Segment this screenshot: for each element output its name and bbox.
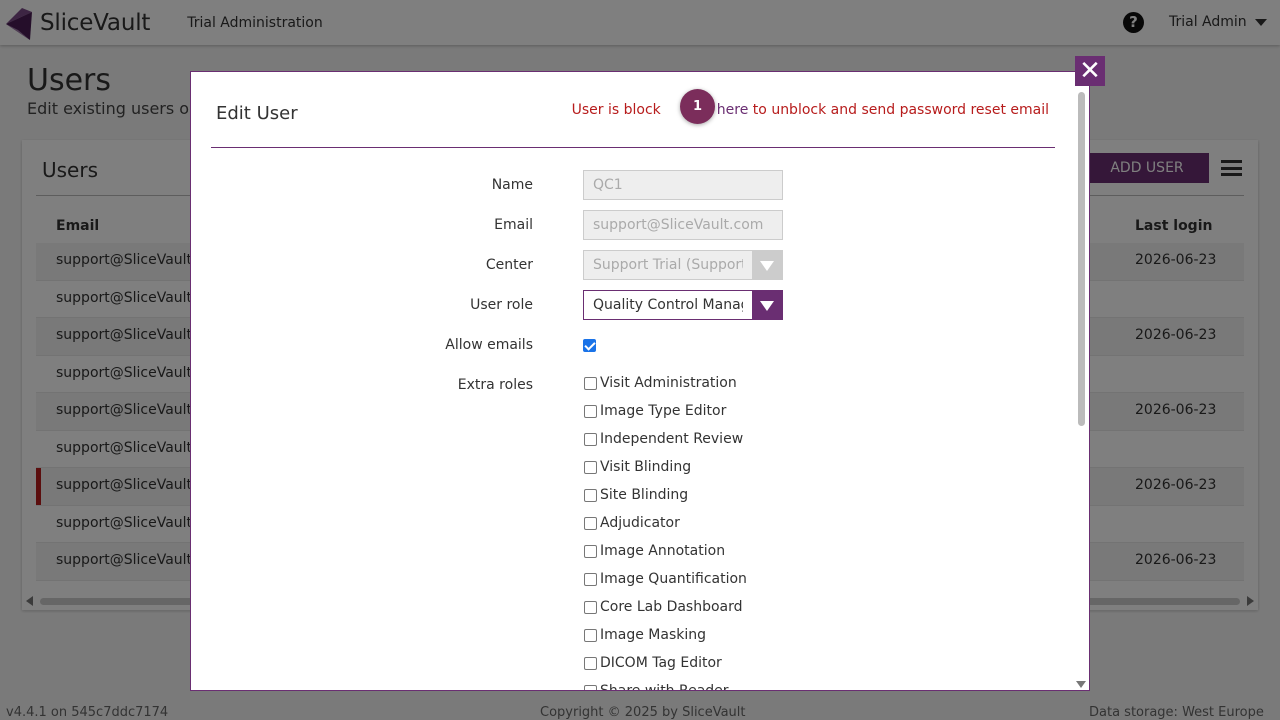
extra-role-label: Visit Administration: [600, 375, 737, 391]
extra-role-label: Image Annotation: [600, 543, 726, 559]
extra-role-label: Visit Blinding: [600, 459, 692, 475]
dialog-divider: [211, 147, 1055, 148]
blocked-message: User is blocklick here to unblock and se…: [572, 102, 1049, 118]
name-field[interactable]: QC1: [583, 170, 783, 200]
checkbox[interactable]: [584, 573, 597, 586]
extra-role-label: Image Quantification: [600, 571, 747, 587]
dropdown-button[interactable]: [752, 251, 782, 279]
scroll-down-icon[interactable]: [1076, 681, 1086, 688]
extra-roles-label: Extra roles: [457, 377, 533, 393]
center-select-value: Support Trial (Support: [593, 257, 743, 273]
center-label: Center: [485, 257, 533, 273]
extra-role-label: Image Masking: [600, 627, 707, 643]
checkbox[interactable]: [584, 517, 597, 530]
unblock-link[interactable]: here: [717, 102, 749, 118]
chevron-down-icon: [760, 261, 774, 271]
extra-role-label: Core Lab Dashboard: [600, 599, 743, 615]
step-badge: 1: [680, 89, 715, 124]
name-label: Name: [491, 177, 533, 193]
scrollbar-thumb[interactable]: [1078, 92, 1085, 426]
checkbox[interactable]: [584, 377, 597, 390]
extra-role-label: Image Type Editor: [600, 403, 727, 419]
close-icon[interactable]: ✕: [1075, 56, 1105, 86]
dialog-title: Edit User: [216, 103, 298, 124]
email-field[interactable]: support@SliceVault.com: [583, 210, 783, 240]
vertical-scrollbar[interactable]: [1076, 86, 1087, 688]
email-label: Email: [494, 217, 533, 233]
checkbox[interactable]: [584, 545, 597, 558]
allow-emails-checkbox[interactable]: [583, 339, 596, 352]
user-role-select[interactable]: Quality Control Manager: [583, 290, 783, 320]
checkbox[interactable]: [584, 629, 597, 642]
checkbox[interactable]: [584, 405, 597, 418]
blocked-message-suffix: to unblock and send password reset email: [748, 102, 1049, 118]
extra-role-label: Share with Reader: [600, 683, 729, 691]
center-select[interactable]: Support Trial (Support: [583, 250, 783, 280]
checkbox[interactable]: [584, 433, 597, 446]
user-role-select-value: Quality Control Manager: [593, 297, 743, 313]
extra-role-label: Adjudicator: [600, 515, 680, 531]
allow-emails-label: Allow emails: [445, 337, 533, 353]
user-role-label: User role: [470, 297, 533, 313]
checkbox[interactable]: [584, 685, 597, 690]
dropdown-button[interactable]: [752, 291, 782, 319]
extra-role-label: DICOM Tag Editor: [600, 655, 722, 671]
extra-role-label: Site Blinding: [600, 487, 689, 503]
checkbox[interactable]: [584, 489, 597, 502]
edit-user-dialog: Edit User User is blocklick here to unbl…: [190, 71, 1090, 691]
checkbox[interactable]: [584, 657, 597, 670]
checkbox[interactable]: [584, 601, 597, 614]
chevron-down-icon: [760, 301, 774, 311]
blocked-message-prefix: User is block: [571, 102, 661, 118]
extra-role-label: Independent Review: [600, 431, 744, 447]
checkbox[interactable]: [584, 461, 597, 474]
